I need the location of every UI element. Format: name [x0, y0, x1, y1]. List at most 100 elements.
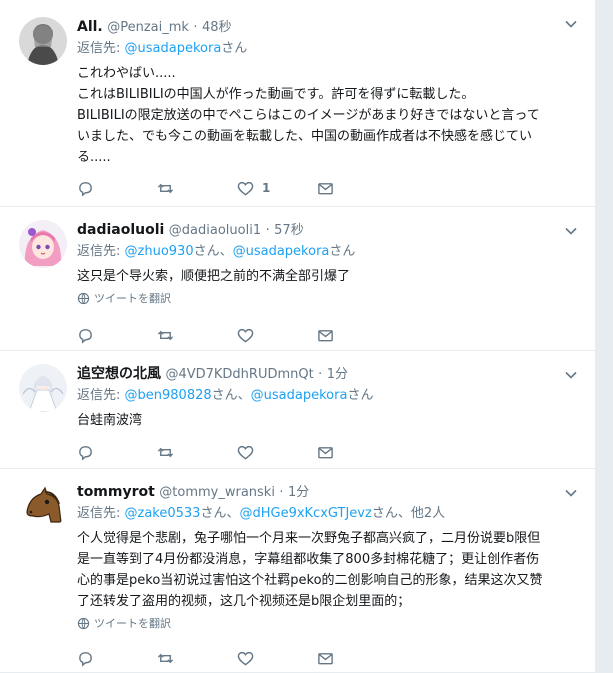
reply-icon [79, 651, 92, 667]
retweet-icon [157, 653, 174, 663]
separator: · [193, 20, 198, 35]
separator: · [265, 223, 270, 238]
chevron-down-icon[interactable] [565, 487, 577, 499]
horse-head-avatar-icon [19, 482, 67, 530]
tweet[interactable]: dadiaoluoli @dadiaoluoli1 · 57秒 返信先: @zh… [0, 207, 595, 351]
like-button[interactable]: 1 [237, 178, 317, 198]
retweet-icon [157, 183, 174, 193]
tweet-actions [77, 648, 397, 668]
tweet[interactable]: All. @Penzai_mk · 48秒 返信先: @usadapekoraさ… [0, 0, 595, 207]
retweet-button[interactable] [157, 178, 237, 198]
envelope-icon [318, 182, 333, 194]
heart-icon [237, 445, 254, 460]
envelope-icon [318, 652, 333, 664]
tweet-content: All. @Penzai_mk · 48秒 返信先: @usadapekoraさ… [77, 17, 577, 168]
retweet-button[interactable] [157, 325, 237, 345]
timestamp[interactable]: 1分 [327, 367, 348, 382]
white-dress-anime-avatar-icon [19, 364, 67, 412]
reply-prefix: 返信先: [77, 41, 125, 56]
separator: · [318, 367, 323, 382]
tweet-text: これわやばい..... これはBILIBILIの中国人が作った動画です。許可を得… [77, 63, 577, 168]
reply-joiner[interactable]: さん、他2人 [372, 506, 445, 521]
dm-button[interactable] [317, 648, 397, 668]
tweet-header: dadiaoluoli @dadiaoluoli1 · 57秒 [77, 220, 577, 240]
avatar[interactable] [19, 220, 67, 268]
translate-link[interactable]: ツイートを翻訳 [77, 290, 577, 306]
display-name[interactable]: All. [77, 19, 103, 35]
tweet-actions [77, 442, 397, 462]
tweet-header: All. @Penzai_mk · 48秒 [77, 17, 577, 37]
reply-context: 返信先: @zake0533さん、@dHGe9xKcxGTJevzさん、他2人 [77, 504, 577, 524]
retweet-icon [157, 330, 174, 340]
tweet-text-line: 是一直等到了4月份都没消息，字幕组都收集了800多封棉花糖了；更让创作者伤 [77, 552, 540, 567]
mention-link[interactable]: @ben980828 [125, 388, 212, 403]
mention-link[interactable]: @zake0533 [125, 506, 201, 521]
envelope-icon [318, 446, 333, 458]
timestamp[interactable]: 57秒 [274, 223, 304, 238]
avatar[interactable] [19, 482, 67, 530]
reply-button[interactable] [77, 325, 157, 345]
dm-button[interactable] [317, 325, 397, 345]
reply-button[interactable] [77, 648, 157, 668]
retweet-button[interactable] [157, 442, 237, 462]
tweet-text-line: これわやばい..... [77, 66, 176, 81]
tweet-text-line: 了还转发了盗用的视频，这几个视频还是b限企划里面的； [77, 594, 411, 609]
username[interactable]: @tommy_wranski [159, 485, 275, 500]
tweet[interactable]: 追空想の北風 @4VD7KDdhRUDmnQt · 1分 返信先: @ben98… [0, 351, 595, 469]
dm-button[interactable] [317, 178, 397, 198]
tweet-header: tommyrot @tommy_wranski · 1分 [77, 482, 577, 502]
avatar[interactable] [19, 364, 67, 412]
translate-link[interactable]: ツイートを翻訳 [77, 615, 577, 631]
chevron-down-icon[interactable] [565, 18, 577, 30]
tweet[interactable]: tommyrot @tommy_wranski · 1分 返信先: @zake0… [0, 469, 595, 673]
reply-prefix: 返信先: [77, 506, 125, 521]
chevron-down-icon[interactable] [565, 369, 577, 381]
heart-icon [237, 181, 254, 196]
tweet-text-line: 个人觉得是个悲剧，兔子哪怕一个月来一次野兔子都高兴疯了，二月份说要b限但 [77, 531, 541, 546]
timeline: All. @Penzai_mk · 48秒 返信先: @usadapekoraさ… [0, 0, 596, 673]
tweet-actions [77, 325, 397, 345]
retweet-icon [157, 447, 174, 457]
retweet-button[interactable] [157, 648, 237, 668]
avatar[interactable] [19, 17, 67, 65]
tweet-text-line: 台蛙南波湾 [77, 413, 143, 428]
globe-icon [77, 617, 90, 629]
display-name[interactable]: dadiaoluoli [77, 222, 164, 238]
username[interactable]: @4VD7KDdhRUDmnQt [165, 367, 313, 382]
timestamp[interactable]: 48秒 [202, 20, 232, 35]
mention-link[interactable]: @dHGe9xKcxGTJevz [239, 506, 371, 521]
like-button[interactable] [237, 325, 317, 345]
tweet-text: 台蛙南波湾 [77, 410, 577, 431]
tweet-content: tommyrot @tommy_wranski · 1分 返信先: @zake0… [77, 482, 577, 631]
reply-icon [79, 328, 92, 344]
reply-joiner: さん [329, 244, 356, 259]
tweet-text: 个人觉得是个悲剧，兔子哪怕一个月来一次野兔子都高兴疯了，二月份说要b限但 是一直… [77, 528, 577, 612]
username[interactable]: @Penzai_mk [107, 20, 189, 35]
tweet-content: 追空想の北風 @4VD7KDdhRUDmnQt · 1分 返信先: @ben98… [77, 364, 577, 431]
envelope-icon [318, 329, 333, 341]
chevron-down-icon[interactable] [565, 225, 577, 237]
dm-button[interactable] [317, 442, 397, 462]
reply-joiner: さん、 [193, 244, 233, 259]
like-count: 1 [262, 181, 271, 195]
username[interactable]: @dadiaoluoli1 [169, 223, 261, 238]
display-name[interactable]: tommyrot [77, 484, 155, 500]
tweet-content: dadiaoluoli @dadiaoluoli1 · 57秒 返信先: @zh… [77, 220, 577, 306]
separator: · [279, 485, 284, 500]
timestamp[interactable]: 1分 [288, 485, 309, 500]
pink-hair-anime-avatar-icon [19, 220, 67, 268]
mention-link[interactable]: @zhuo930 [125, 244, 194, 259]
reply-prefix: 返信先: [77, 388, 125, 403]
reply-button[interactable] [77, 178, 157, 198]
reply-button[interactable] [77, 442, 157, 462]
like-button[interactable] [237, 442, 317, 462]
like-button[interactable] [237, 648, 317, 668]
mention-link[interactable]: @usadapekora [233, 244, 330, 259]
reply-icon [79, 181, 92, 197]
mention-link[interactable]: @usadapekora [125, 41, 222, 56]
mention-link[interactable]: @usadapekora [251, 388, 348, 403]
tweet-text-line: いました、でも今この動画を転載した、中国の動画作成者は不快感を感じてい [77, 129, 533, 144]
display-name[interactable]: 追空想の北風 [77, 366, 161, 382]
tweet-header: 追空想の北風 @4VD7KDdhRUDmnQt · 1分 [77, 364, 577, 384]
tweet-text-line: BILIBILIの限定放送の中でペこらはこのイメージがあまり好きではないと言って [77, 108, 540, 123]
